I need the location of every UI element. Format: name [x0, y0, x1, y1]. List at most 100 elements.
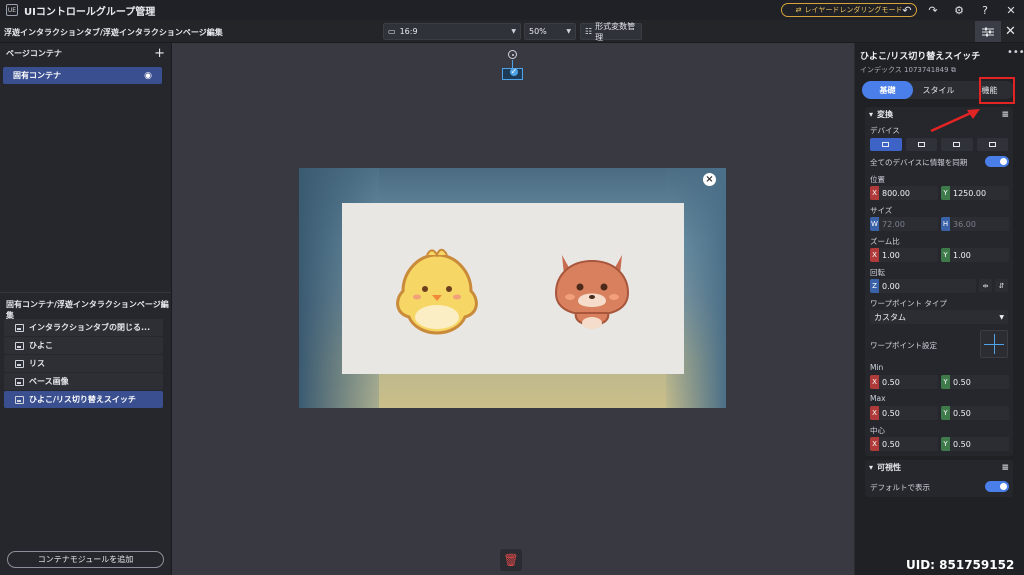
aspect-select[interactable]: ▭ 16:9 ▼	[383, 23, 521, 40]
center-y-field[interactable]: Y 0.50	[941, 437, 1009, 451]
format-variables-button[interactable]: ☷ 形式変数管理	[580, 22, 642, 42]
add-icon[interactable]: +	[154, 46, 165, 61]
axis-x-tag: X	[870, 248, 879, 262]
gamepad-icon	[988, 142, 996, 147]
annotation-arrow	[930, 109, 980, 133]
squirrel-image	[554, 255, 630, 329]
rotation-z-field[interactable]: Z 0.00	[870, 279, 976, 293]
axis-y-tag: Y	[941, 248, 950, 262]
zoom-x-field[interactable]: X 1.00	[870, 248, 938, 262]
rotate-handle-icon[interactable]	[508, 50, 517, 59]
selected-toggle-switch[interactable]	[502, 68, 523, 80]
zoom-y-field[interactable]: Y 1.00	[941, 248, 1009, 262]
editor-toolbar: 浮遊インタラクションタブ/浮遊インタラクションページ編集 ▭ 16:9 ▼ 50…	[0, 20, 1024, 43]
menu-icon[interactable]: ≡	[1001, 110, 1009, 120]
redo-icon[interactable]: ↷	[920, 0, 946, 20]
min-x-field[interactable]: X 0.50	[870, 375, 938, 389]
size-h-value: 36.00	[953, 219, 976, 229]
sync-label: 全てのデバイスに情報を同期	[870, 158, 968, 167]
axis-x-tag: X	[870, 186, 879, 200]
size-w-field[interactable]: W 72.00	[870, 217, 938, 231]
sync-toggle[interactable]	[985, 156, 1009, 167]
chevron-down-icon: ▼	[566, 28, 571, 35]
position-label: 位置	[870, 175, 885, 184]
min-y-field[interactable]: Y 0.50	[941, 375, 1009, 389]
size-h-field[interactable]: H 36.00	[941, 217, 1009, 231]
component-title: ひよこ/リス切り替えスイッチ	[860, 52, 981, 62]
image-icon	[15, 359, 24, 368]
close-panel-icon[interactable]: ✕	[1005, 24, 1016, 39]
add-container-module-button[interactable]: コンテナモジュールを追加	[7, 551, 164, 568]
annotation-highlight-box	[979, 77, 1015, 104]
app-logo-icon: UE	[6, 4, 18, 16]
zoom-value: 50%	[529, 27, 547, 36]
gear-icon[interactable]: ⚙	[946, 0, 972, 20]
position-y-value: 1250.00	[953, 188, 987, 198]
aspect-value: 16:9	[399, 27, 418, 36]
visibility-section: ▾ 可視性 ≡ デフォルトで表示	[865, 460, 1013, 497]
container-item[interactable]: 固有コンテナ ◉	[3, 67, 162, 84]
center-x-field[interactable]: X 0.50	[870, 437, 938, 451]
list-item-chick[interactable]: ひよこ	[4, 337, 163, 354]
tab-style[interactable]: スタイル	[913, 81, 964, 99]
sliders-icon	[982, 27, 994, 36]
position-y-field[interactable]: Y 1250.00	[941, 186, 1009, 200]
phone-icon	[953, 142, 961, 147]
list-item-squirrel[interactable]: リス	[4, 355, 163, 372]
component-list: インタラクションタブの閉じる... ひよこ リス ベース画像 ひよこ/リス切り替…	[4, 319, 163, 409]
close-icon[interactable]: ✕	[998, 0, 1024, 20]
swap-icon: ⇄	[795, 6, 802, 14]
min-label: Min	[870, 363, 884, 372]
tab-basic[interactable]: 基礎	[862, 81, 913, 99]
max-x-value: 0.50	[882, 408, 900, 418]
flip-horizontal-icon[interactable]: ⇹	[979, 279, 992, 292]
list-item-base-image[interactable]: ベース画像	[4, 373, 163, 390]
position-x-field[interactable]: X 800.00	[870, 186, 938, 200]
device-console-button[interactable]	[976, 138, 1008, 151]
copy-icon[interactable]: ⧉	[951, 66, 956, 74]
list-item-close-tab[interactable]: インタラクションタブの閉じる...	[4, 319, 163, 336]
transform-title: 変換	[877, 110, 894, 119]
default-visible-toggle[interactable]	[985, 481, 1009, 492]
more-icon[interactable]: •••	[1007, 47, 1024, 58]
sub-panel-title: 固有コンテナ/浮遊インタラクションページ編集	[6, 300, 169, 320]
anchor-preset-picker[interactable]	[980, 330, 1008, 358]
device-mobile-button[interactable]	[941, 138, 973, 151]
monitor-icon: ▭	[388, 27, 396, 36]
max-x-field[interactable]: X 0.50	[870, 406, 938, 420]
title-bar: UE UIコントロールグループ管理 ⇄ レイヤードレンダリングモード ↶ ↷ ⚙…	[0, 0, 1024, 20]
flip-vertical-icon[interactable]: ⇵	[995, 279, 1008, 292]
monitor-icon	[882, 142, 890, 147]
size-label: サイズ	[870, 206, 893, 215]
switch-icon	[15, 395, 24, 404]
axis-y-tag: Y	[941, 375, 950, 389]
delete-icon[interactable]: 🗑	[500, 549, 522, 571]
divider	[0, 292, 171, 293]
tablet-icon	[917, 142, 925, 147]
min-y-value: 0.50	[953, 377, 971, 387]
preview-stage[interactable]: ×	[299, 168, 726, 408]
warp-type-select[interactable]: カスタム ▼	[870, 310, 1008, 324]
device-label: デバイス	[870, 126, 900, 135]
image-icon	[15, 323, 24, 332]
min-x-value: 0.50	[882, 377, 900, 387]
device-pc-button[interactable]	[870, 138, 902, 151]
chick-image	[396, 248, 478, 335]
axis-x-tag: X	[870, 375, 879, 389]
list-item-toggle-switch[interactable]: ひよこ/リス切り替えスイッチ	[4, 391, 163, 408]
default-visible-label: デフォルトで表示	[870, 483, 930, 492]
close-icon[interactable]: ×	[703, 173, 716, 186]
page-contents-header: ページコンテナ +	[0, 43, 171, 63]
menu-icon[interactable]: ≡	[1001, 463, 1009, 473]
undo-icon[interactable]: ↶	[894, 0, 920, 20]
zoom-select[interactable]: 50% ▼	[524, 23, 576, 40]
index-info: インデックス 1073741849 ⧉	[860, 65, 956, 75]
properties-toggle-button[interactable]	[975, 21, 1001, 42]
help-icon[interactable]: ?	[972, 0, 998, 20]
visibility-header[interactable]: ▾ 可視性 ≡	[865, 460, 1013, 475]
max-y-field[interactable]: Y 0.50	[941, 406, 1009, 420]
center-y-value: 0.50	[953, 439, 971, 449]
eye-icon[interactable]: ◉	[144, 71, 152, 81]
device-tablet-button[interactable]	[905, 138, 937, 151]
render-mode-label: レイヤードレンダリングモード	[804, 6, 903, 14]
